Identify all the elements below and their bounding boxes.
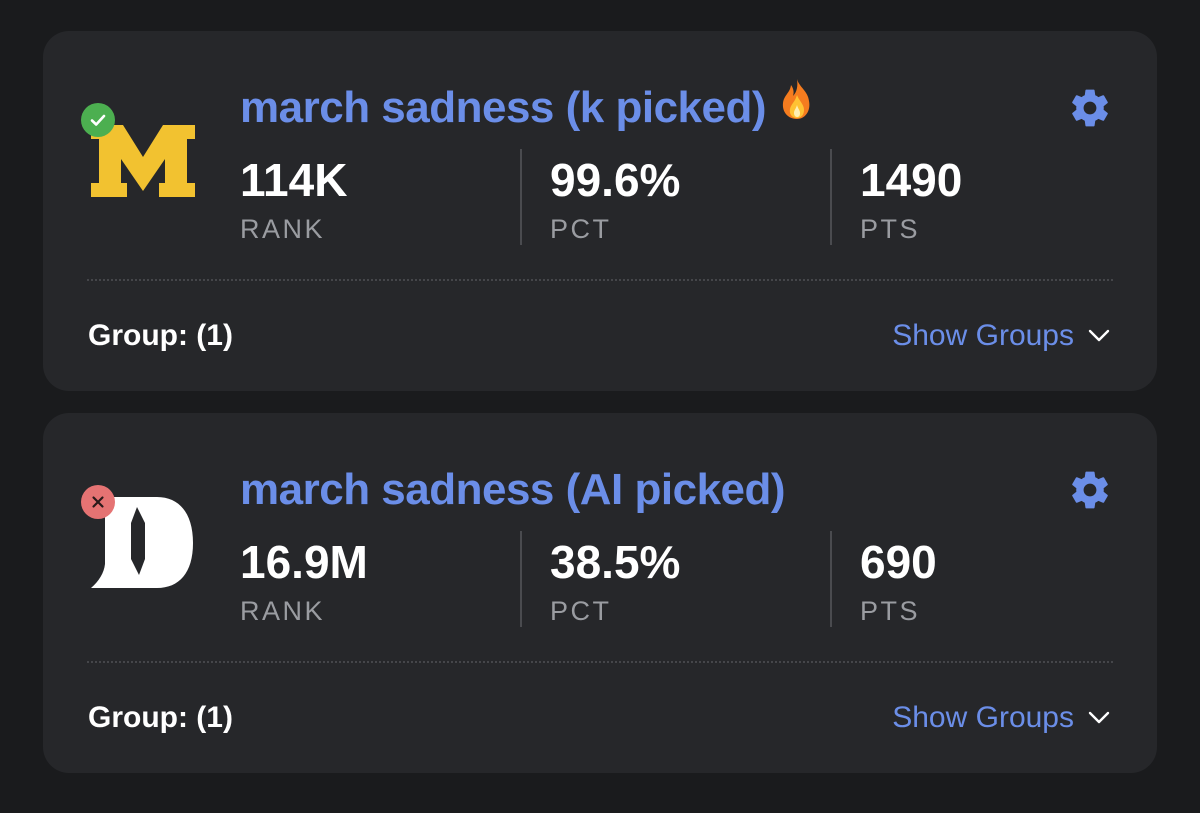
pts-label: PTS (860, 596, 921, 626)
chevron-down-icon[interactable] (1088, 711, 1110, 725)
rank-value: 114K (240, 154, 348, 206)
close-icon (92, 496, 104, 508)
bracket-list: march sadness (k picked) 114K RANK 99.6%… (0, 0, 1200, 813)
settings-button[interactable] (1068, 468, 1112, 512)
show-groups-button[interactable]: Show Groups (892, 316, 1110, 356)
pct-value: 99.6% (550, 154, 681, 206)
bracket-title-text[interactable]: march sadness (k picked) (240, 83, 767, 132)
pct-value: 38.5% (550, 536, 681, 588)
incorrect-badge (81, 485, 115, 519)
fire-icon (778, 77, 816, 136)
show-groups-button[interactable]: Show Groups (892, 698, 1110, 738)
pts-value: 690 (860, 536, 937, 588)
bracket-card[interactable]: march sadness (AI picked) 16.9M RANK 38.… (43, 413, 1157, 773)
show-groups-label[interactable]: Show Groups (892, 700, 1074, 736)
check-icon (90, 114, 106, 126)
bracket-title[interactable]: march sadness (AI picked) (240, 461, 786, 519)
rank-label: RANK (240, 214, 326, 244)
section-divider (87, 661, 1113, 663)
bracket-title-text[interactable]: march sadness (AI picked) (240, 465, 786, 514)
chevron-down-icon[interactable] (1088, 329, 1110, 343)
rank-value: 16.9M (240, 536, 368, 588)
gear-icon[interactable] (1068, 468, 1112, 512)
gear-icon[interactable] (1068, 86, 1112, 130)
settings-button[interactable] (1068, 86, 1112, 130)
bracket-card[interactable]: march sadness (k picked) 114K RANK 99.6%… (43, 31, 1157, 391)
pts-label: PTS (860, 214, 921, 244)
stat-divider (520, 531, 522, 627)
bracket-title[interactable]: march sadness (k picked) (240, 77, 816, 140)
pct-label: PCT (550, 214, 612, 244)
stat-divider (830, 149, 832, 245)
group-count: Group: (1) (88, 701, 233, 734)
group-count: Group: (1) (88, 319, 233, 352)
rank-label: RANK (240, 596, 326, 626)
stat-divider (830, 531, 832, 627)
stat-divider (520, 149, 522, 245)
pct-label: PCT (550, 596, 612, 626)
section-divider (87, 279, 1113, 281)
correct-badge (81, 103, 115, 137)
pts-value: 1490 (860, 154, 963, 206)
show-groups-label[interactable]: Show Groups (892, 318, 1074, 354)
